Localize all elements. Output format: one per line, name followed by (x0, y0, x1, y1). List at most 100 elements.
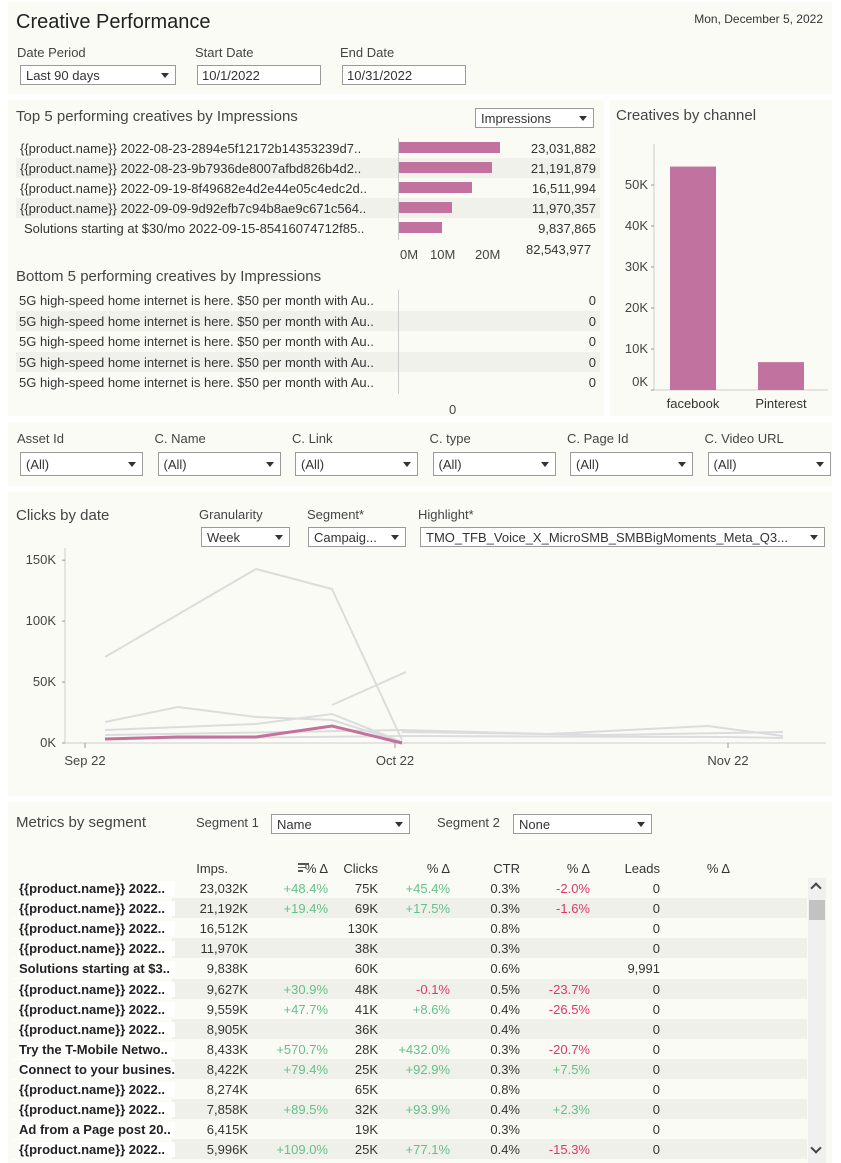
row-divider (12, 938, 170, 940)
channel-panel: Creatives by channel 50K 40K 30K 20K 10K 0K fa… (610, 100, 832, 416)
filter-value: (All) (576, 457, 600, 472)
metrics-cell: 0 (652, 1041, 660, 1057)
channel-y-tick: 10K (625, 341, 648, 356)
filter-select[interactable]: (All) (707, 452, 831, 476)
metrics-column-header[interactable]: Leads (580, 861, 660, 876)
metrics-row-name[interactable]: Connect to your busines.. (19, 1061, 175, 1077)
metrics-column-header[interactable]: Clicks (298, 861, 378, 876)
page-title: Creative Performance (16, 11, 211, 33)
segment2-label: Segment 2 (437, 815, 500, 830)
chevron-down-icon (540, 462, 549, 467)
metrics-cell: 0 (652, 921, 660, 937)
top5-bar[interactable] (399, 202, 452, 213)
channel-bar[interactable] (758, 362, 804, 390)
chevron-down-icon (128, 462, 136, 467)
chevron-down-icon (403, 462, 411, 467)
metrics-cell: 0.3% (490, 941, 520, 957)
channel-y-tick: 20K (625, 300, 648, 315)
clicks-series-line[interactable] (104, 567, 403, 741)
channel-chart: 50K 40K 30K 20K 10K 0K facebook Pinterest (625, 144, 828, 411)
metrics-row-name[interactable]: {{product.name}} 2022.. (19, 1021, 175, 1037)
metrics-row-name[interactable]: {{product.name}} 2022.. (19, 921, 175, 937)
top5-creative-name[interactable]: {{product.name}} 2022-09-09-9d92efb7c94b… (20, 201, 396, 216)
metrics-row-name[interactable]: Try the T-Mobile Netwo.. (19, 1041, 175, 1057)
metrics-cell: 130K (347, 921, 378, 937)
metrics-cell: 9,991 (627, 961, 660, 977)
top5-creative-name[interactable]: {{product.name}} 2022-08-23-2894e5f12172… (20, 141, 396, 156)
bottom5-creative-name[interactable]: 5G high-speed home internet is here. $50… (19, 375, 397, 390)
filter-value: (All) (438, 457, 462, 472)
bottom5-creative-name[interactable]: 5G high-speed home internet is here. $50… (19, 334, 397, 349)
metrics-column-header[interactable]: % Δ (370, 861, 450, 876)
top5-axis-tick: 0M (400, 247, 419, 262)
clicks-x-tick: Nov 22 (707, 753, 748, 768)
top5-creative-name[interactable]: Solutions starting at $30/mo 2022-09-15-… (20, 221, 396, 236)
top5-bar[interactable] (399, 182, 472, 193)
top5-bar[interactable] (399, 162, 492, 173)
end-date-input[interactable]: 10/31/2022 (342, 65, 466, 85)
metrics-column-header[interactable]: Imps. (168, 861, 248, 876)
metrics-cell: 0.4% (490, 1102, 520, 1118)
clicks-line-chart: 150K 100K 50K 0K Sep 22 Oct 22 Nov 22 (26, 548, 826, 768)
top5-bar[interactable] (399, 142, 500, 153)
metrics-column-header[interactable]: % Δ (650, 861, 730, 876)
row-divider (12, 1159, 170, 1161)
row-divider (12, 1139, 170, 1141)
metrics-column-header[interactable]: CTR (440, 861, 520, 876)
metrics-row-name[interactable]: {{product.name}} 2022.. (19, 1102, 175, 1118)
metrics-row-name[interactable]: {{product.name}} 2022.. (19, 941, 175, 957)
metrics-row-name[interactable]: {{product.name}} 2022.. (19, 1142, 175, 1158)
metrics-row-name[interactable]: {{product.name}} 2022.. (19, 1082, 175, 1097)
filter-select[interactable]: (All) (432, 452, 556, 476)
top5-value: 9,837,865 (538, 221, 596, 236)
date-period-select[interactable]: Last 90 days (20, 65, 176, 85)
metrics-row-name[interactable]: {{product.name}} 2022.. (19, 981, 175, 997)
filter-select[interactable]: (All) (295, 452, 418, 476)
metrics-cell: 0.3% (490, 1061, 520, 1077)
metrics-row-name[interactable]: Solutions starting at $3.. (19, 961, 175, 977)
scroll-thumb[interactable] (809, 900, 825, 920)
metrics-cell: 5,996K (206, 1142, 248, 1158)
start-date-input[interactable]: 10/1/2022 (197, 65, 321, 85)
date-period-label: Date Period (17, 45, 86, 60)
segment2-select[interactable]: None (513, 814, 652, 834)
top5-bar[interactable] (399, 222, 442, 233)
metrics-row-name[interactable]: Ad from a Page post 20.. (19, 1122, 175, 1138)
segment1-select[interactable]: Name (271, 814, 410, 834)
metrics-row-name[interactable]: {{product.name}} 2022.. (19, 1001, 175, 1017)
metrics-cell: 0 (652, 1021, 660, 1037)
row-divider (12, 898, 170, 899)
sort-icon[interactable] (298, 863, 309, 873)
top5-creative-name[interactable]: {{product.name}} 2022-08-23-9b7936de8007… (20, 161, 396, 176)
metrics-cell: 8,905K (206, 1021, 248, 1037)
scroll-down-icon[interactable] (810, 1142, 822, 1154)
metrics-cell: 23,032K (199, 881, 248, 896)
metrics-row-name[interactable]: {{product.name}} 2022.. (19, 881, 175, 896)
measure-select[interactable]: Impressions (475, 108, 594, 128)
bottom5-creative-name[interactable]: 5G high-speed home internet is here. $50… (19, 355, 397, 370)
current-date: Mon, December 5, 2022 (694, 12, 823, 26)
filter-select[interactable]: (All) (157, 452, 281, 476)
bottom5-creative-name[interactable]: 5G high-speed home internet is here. $50… (19, 314, 397, 329)
metrics-cell: 0 (652, 901, 660, 917)
metrics-row-name[interactable]: {{product.name}} 2022.. (19, 901, 175, 917)
metrics-cell: 25K (354, 1142, 378, 1158)
top5-axis-line (398, 138, 399, 240)
filter-select[interactable]: (All) (570, 452, 693, 476)
metrics-cell: 0.4% (490, 1142, 520, 1158)
clicks-series-line[interactable] (331, 671, 407, 706)
clicks-x-tick: Oct 22 (376, 753, 414, 768)
top5-value: 21,191,879 (530, 161, 596, 176)
filter-value: (All) (26, 457, 50, 472)
row-divider (12, 1099, 170, 1100)
channel-bar[interactable] (670, 166, 716, 390)
metrics-cell: 65K (354, 1082, 378, 1097)
scroll-up-icon[interactable] (810, 882, 822, 894)
filter-select[interactable]: (All) (20, 452, 143, 476)
bottom5-creative-name[interactable]: 5G high-speed home internet is here. $50… (19, 293, 397, 308)
top5-creative-name[interactable]: {{product.name}} 2022-09-19-8f49682e4d2e… (20, 181, 396, 196)
metrics-panel: Metrics by segment Segment 1 Name Segmen… (8, 802, 832, 1163)
table-scrollbar[interactable] (808, 878, 826, 1163)
bottom5-value: 0 (588, 334, 596, 349)
metrics-column-header[interactable]: % Δ (510, 861, 590, 876)
